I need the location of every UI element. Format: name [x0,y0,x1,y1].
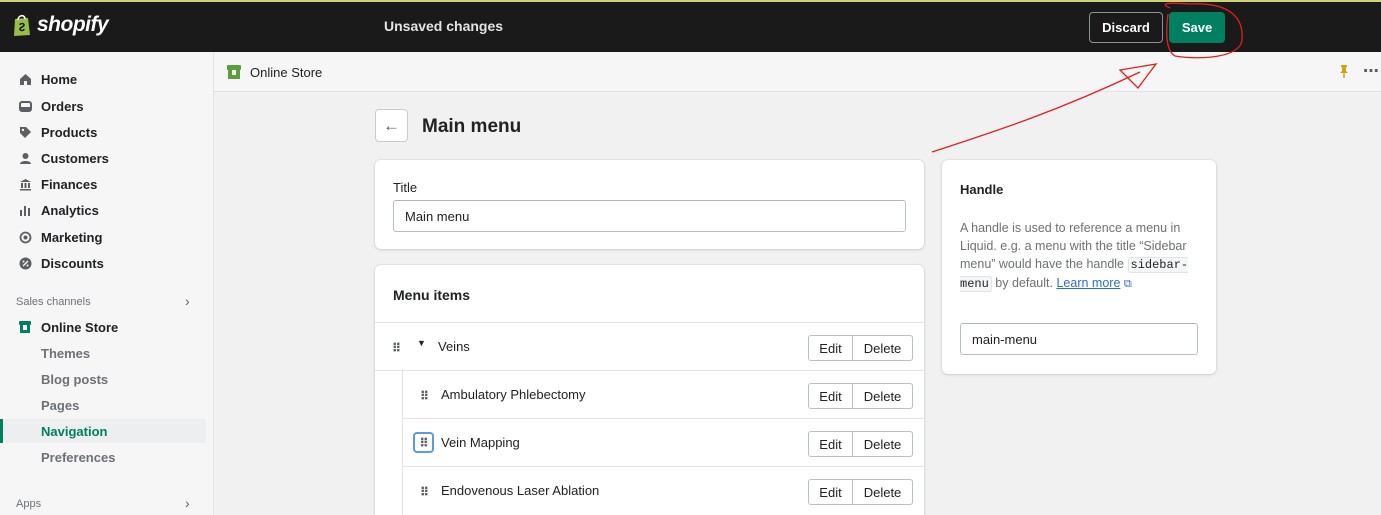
page-title: Main menu [422,116,522,137]
unsaved-changes-text: Unsaved changes [384,18,504,34]
menu-item-label: Endovenous Laser Ablation [441,483,600,498]
bank-icon [18,177,32,191]
handle-input[interactable]: main-menu [960,323,1198,355]
delete-button[interactable]: Delete [852,431,913,457]
drag-handle-icon[interactable]: ⠿ [414,483,434,501]
bar-chart-icon [18,203,32,217]
drag-handle-icon[interactable]: ⠿ [413,432,434,453]
handle-heading: Handle [960,182,1004,197]
sidebar-item-label: Discounts [41,255,104,271]
store-icon [18,320,32,334]
edit-button[interactable]: Edit [808,431,853,457]
handle-help-text: A handle is used to reference a menu in … [960,219,1200,293]
drag-handle-icon[interactable]: ⠿ [386,339,406,357]
sidebar-subitem-pages[interactable]: Pages [41,394,79,416]
sidebar-item-finances[interactable]: Finances [0,171,214,197]
sidebar-item-label: Customers [41,150,109,166]
back-button[interactable]: ← [375,109,408,142]
sidebar-item-label: Orders [41,98,84,114]
tag-icon [18,125,32,139]
pin-icon[interactable] [1338,64,1350,81]
sidebar-item-customers[interactable]: Customers [0,145,214,171]
apps-heading: Apps [16,498,42,510]
sidebar-subitem-preferences[interactable]: Preferences [41,446,115,468]
learn-more-link[interactable]: Learn more [1056,276,1120,290]
apps-chevron-icon[interactable]: › [185,495,190,511]
sales-channels-heading: Sales channels [16,296,91,308]
inbox-icon [18,99,32,113]
save-button[interactable]: Save [1169,12,1225,43]
external-link-icon: ⧉ [1123,278,1132,290]
top-accent-line [0,0,1381,2]
edit-button[interactable]: Edit [808,383,853,409]
sidebar-item-online-store[interactable]: Online Store [0,314,214,340]
arrow-left-icon: ← [383,115,400,135]
menu-item-row: ⠿ Endovenous Laser Ablation Edit Delete [402,466,924,514]
sidebar-item-marketing[interactable]: Marketing [0,224,214,250]
delete-button[interactable]: Delete [852,479,913,505]
menu-item-row: ⠿ Vein Mapping Edit Delete [402,418,924,466]
channel-bar: Online Store ⋯ [214,52,1381,92]
delete-button[interactable]: Delete [852,335,913,361]
sidebar-item-home[interactable]: Home [0,66,214,92]
shopify-logo[interactable]: shopify [12,13,109,37]
menu-item-actions: Edit Delete [808,335,913,361]
brand-wordmark: shopify [37,13,109,36]
menu-item-actions: Edit Delete [808,383,913,409]
sidebar-item-discounts[interactable]: Discounts [0,250,214,276]
delete-button[interactable]: Delete [852,383,913,409]
sidebar-item-analytics[interactable]: Analytics [0,197,214,223]
sidebar-item-products[interactable]: Products [0,119,214,145]
sidebar-item-orders[interactable]: Orders [0,93,214,119]
edit-button[interactable]: Edit [808,335,853,361]
more-actions-icon[interactable]: ⋯ [1363,61,1380,81]
title-card: Title Main menu [375,160,924,249]
sidebar-subitem-themes[interactable]: Themes [41,342,90,364]
sidebar-subitem-blog-posts[interactable]: Blog posts [41,368,108,390]
sidebar-item-label: Finances [41,176,98,192]
target-icon [18,230,32,244]
home-icon [18,72,32,86]
sidebar-item-label: Marketing [41,229,103,245]
discount-icon [18,256,32,270]
menu-items-heading: Menu items [393,287,471,303]
channel-title: Online Store [250,65,323,80]
sidebar-subitem-navigation[interactable]: Navigation [41,420,107,442]
title-field-label: Title [393,180,418,195]
menu-item-actions: Edit Delete [808,431,913,457]
handle-help-suffix: by default. [995,276,1053,290]
caret-down-icon[interactable]: ▼ [417,338,426,348]
person-icon [18,151,32,165]
menu-item-actions: Edit Delete [808,479,913,505]
top-bar: shopify Unsaved changes Discard Save [0,0,1381,52]
menu-item-label: Veins [438,339,470,354]
sidebar-item-label: Home [41,71,78,87]
sidebar-item-label: Online Store [41,319,119,335]
sidebar-item-label: Products [41,124,98,140]
sidebar-active-indicator [0,419,3,443]
shopify-bag-icon [12,13,32,37]
edit-button[interactable]: Edit [808,479,853,505]
discard-button[interactable]: Discard [1089,12,1163,43]
sales-channels-chevron-icon[interactable]: › [185,293,190,309]
online-store-icon [226,64,242,80]
menu-item-label: Vein Mapping [441,435,520,450]
menu-item-row: ⠿ Ambulatory Phlebectomy Edit Delete [375,370,924,515]
menu-items-card: Menu items ⠿ ▼ Veins Edit Delete ⠿ Ambul… [375,265,924,515]
title-input[interactable]: Main menu [393,200,906,232]
menu-item-label: Ambulatory Phlebectomy [441,387,586,402]
drag-handle-icon[interactable]: ⠿ [414,387,434,405]
sidebar-item-label: Analytics [41,202,99,218]
menu-item-row: ⠿ ▼ Veins Edit Delete [375,322,924,370]
